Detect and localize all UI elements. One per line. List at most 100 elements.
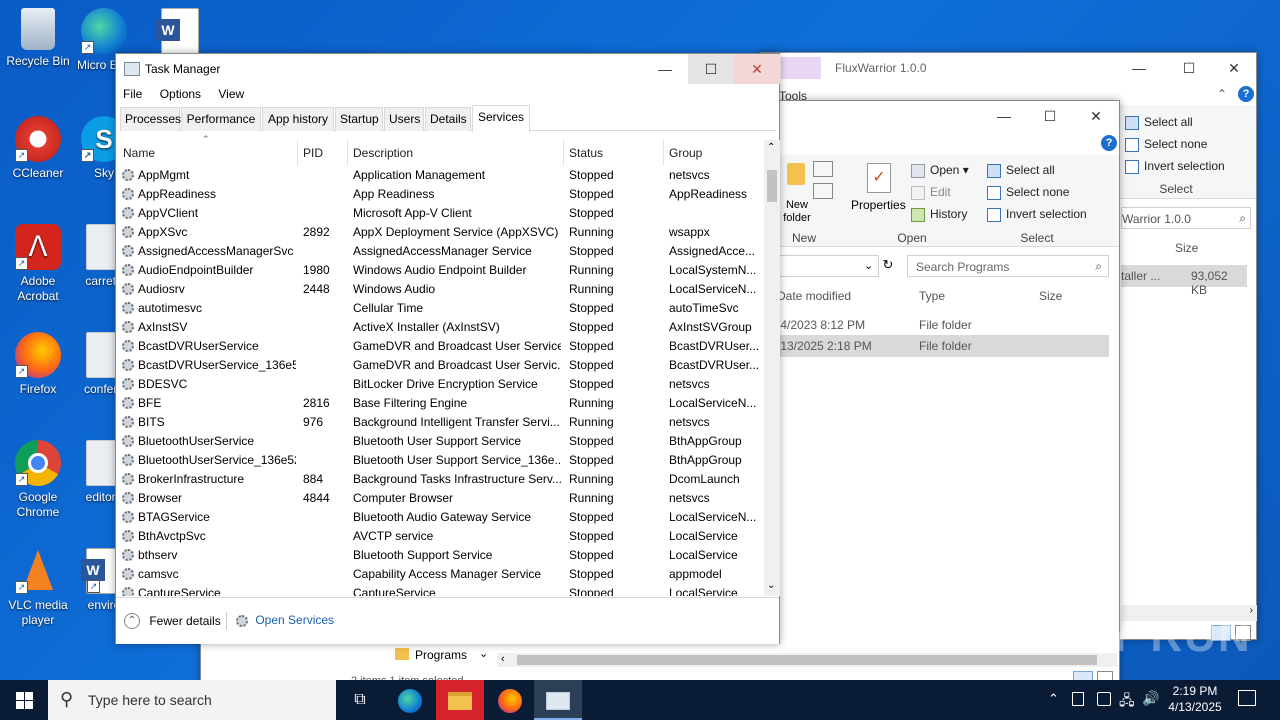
easy-access-icon[interactable] bbox=[813, 183, 833, 199]
horizontal-scrollbar[interactable]: ‹ bbox=[497, 653, 1117, 667]
scroll-up-icon[interactable]: ⌃ bbox=[767, 142, 775, 153]
help-icon[interactable]: ? bbox=[1238, 86, 1254, 102]
open-services-link[interactable]: Open Services bbox=[236, 613, 334, 627]
desktop-icon-firefox[interactable]: ↗ Firefox bbox=[0, 332, 76, 397]
service-row[interactable]: AppMgmt Application Management Stopped nets… bbox=[118, 166, 764, 185]
minimize-button[interactable]: — bbox=[981, 101, 1027, 131]
service-row[interactable]: BluetoothUserService_136e52 Bluetooth Use… bbox=[118, 451, 764, 470]
invert-selection-button[interactable]: Invert selection bbox=[1125, 159, 1225, 174]
service-row[interactable]: BrokerInfrastructure 884 Background Tasks … bbox=[118, 470, 764, 489]
collapse-ribbon-icon[interactable]: ⌃ bbox=[1217, 87, 1227, 101]
service-row[interactable]: BcastDVRUserService GameDVR and Broadcast… bbox=[118, 337, 764, 356]
close-button[interactable]: ✕ bbox=[1073, 101, 1119, 131]
taskbar-task-manager[interactable] bbox=[534, 680, 582, 720]
vertical-scrollbar[interactable]: ⌃ ⌄ bbox=[764, 140, 780, 596]
taskbar-edge[interactable] bbox=[386, 680, 434, 720]
scroll-down-icon[interactable]: ⌄ bbox=[479, 647, 488, 660]
tab-app-history[interactable]: App history bbox=[262, 107, 334, 131]
notifications-icon[interactable] bbox=[1238, 690, 1256, 706]
show-hidden-icons-icon[interactable]: ⌃ bbox=[1048, 691, 1059, 707]
file-row[interactable]: /4/2023 8:12 PM File folder bbox=[777, 315, 1109, 335]
clock[interactable]: 2:19 PM 4/13/2025 bbox=[1160, 683, 1230, 715]
select-all-button[interactable]: Select all bbox=[1125, 115, 1193, 130]
title-bar[interactable]: FluxWarrior 1.0.0 — ☐ ✕ bbox=[761, 53, 1256, 83]
scroll-left-icon[interactable]: ‹ bbox=[501, 653, 505, 665]
tab-performance[interactable]: Performance bbox=[181, 107, 261, 131]
column-header-group[interactable]: Group bbox=[664, 140, 764, 166]
service-row[interactable]: BTAGService Bluetooth Audio Gateway Servi… bbox=[118, 508, 764, 527]
new-item-icon[interactable] bbox=[813, 161, 833, 177]
service-row[interactable]: AssignedAccessManagerSvc AssignedAccessMa… bbox=[118, 242, 764, 261]
scroll-thumb[interactable] bbox=[517, 655, 1097, 665]
column-header-status[interactable]: Status bbox=[564, 140, 664, 166]
column-header-type[interactable]: Type bbox=[919, 289, 945, 303]
tab-services[interactable]: Services bbox=[472, 105, 530, 132]
column-header-size[interactable]: Size bbox=[1039, 289, 1062, 303]
address-bar[interactable]: ⌄ bbox=[777, 255, 879, 277]
menu-options[interactable]: Options bbox=[153, 84, 208, 101]
task-manager-window[interactable]: Task Manager — ☐ ✕ File Options View Pro… bbox=[115, 53, 780, 644]
minimize-button[interactable]: — bbox=[1116, 53, 1162, 83]
tab-processes[interactable]: Processes bbox=[120, 107, 181, 131]
service-row[interactable]: Browser 4844 Computer Browser Running netsvc… bbox=[118, 489, 764, 508]
search-box[interactable]: Search Programs ⌕ bbox=[907, 255, 1109, 277]
column-header-date[interactable]: Date modified bbox=[777, 289, 851, 303]
taskbar-file-explorer[interactable] bbox=[436, 680, 484, 720]
close-button[interactable]: ✕ bbox=[1211, 53, 1257, 83]
service-row[interactable]: AudioEndpointBuilder 1980 Windows Audio En… bbox=[118, 261, 764, 280]
menu-file[interactable]: File bbox=[116, 84, 149, 101]
title-bar[interactable]: Task Manager — ☐ ✕ bbox=[116, 54, 780, 84]
column-header-name[interactable]: Name bbox=[118, 140, 298, 166]
menu-view[interactable]: View bbox=[211, 84, 251, 101]
desktop-icon-vlc[interactable]: ↗ VLC media player bbox=[0, 548, 76, 628]
history-button[interactable]: History bbox=[911, 207, 967, 222]
service-row[interactable]: BthAvctpSvc AVCTP service Stopped LocalServ… bbox=[118, 527, 764, 546]
maximize-button[interactable]: ☐ bbox=[1166, 53, 1212, 83]
task-view-button[interactable]: ⧉ bbox=[336, 680, 384, 720]
select-none-button[interactable]: Select none bbox=[987, 185, 1069, 200]
tab-startup[interactable]: Startup bbox=[335, 107, 383, 131]
maximize-button[interactable]: ☐ bbox=[688, 54, 734, 84]
volume-icon[interactable]: 🔊 bbox=[1142, 690, 1159, 707]
minimize-button[interactable]: — bbox=[642, 54, 688, 84]
taskbar-search-box[interactable]: ⚲ Type here to search bbox=[48, 680, 336, 720]
start-button[interactable] bbox=[0, 680, 48, 720]
scroll-thumb[interactable] bbox=[767, 170, 777, 202]
edit-button[interactable]: Edit bbox=[911, 185, 951, 200]
service-row[interactable]: BcastDVRUserService_136e52 GameDVR and Br… bbox=[118, 356, 764, 375]
address-bar[interactable]: Warrior 1.0.0 ⌕ bbox=[1121, 207, 1251, 229]
service-row[interactable]: AppVClient Microsoft App-V Client Stopped bbox=[118, 204, 764, 223]
service-row[interactable]: Audiosrv 2448 Windows Audio Running LocalSer… bbox=[118, 280, 764, 299]
nav-pane-item-programs[interactable]: Programs ⌄ bbox=[335, 645, 495, 667]
service-row[interactable]: BluetoothUserService Bluetooth User Suppo… bbox=[118, 432, 764, 451]
desktop-icon-ccleaner[interactable]: ↗ CCleaner bbox=[0, 116, 76, 181]
invert-selection-button[interactable]: Invert selection bbox=[987, 207, 1087, 222]
service-row[interactable]: BITS 976 Background Intelligent Transfer S… bbox=[118, 413, 764, 432]
battery-icon[interactable] bbox=[1072, 692, 1084, 706]
device-icon[interactable] bbox=[1097, 692, 1111, 706]
new-folder-button[interactable]: New folder bbox=[777, 199, 817, 225]
desktop-icon-adobe-acrobat[interactable]: ᐱ ↗ Adobe Acrobat bbox=[0, 224, 76, 304]
service-row[interactable]: bthserv Bluetooth Support Service Stopped L… bbox=[118, 546, 764, 565]
desktop-icon-word-doc[interactable]: W bbox=[150, 8, 210, 58]
file-row-selected[interactable]: /13/2025 2:18 PM File folder bbox=[777, 335, 1109, 357]
fewer-details-button[interactable]: ⌃ Fewer details bbox=[124, 613, 221, 629]
select-none-button[interactable]: Select none bbox=[1125, 137, 1207, 152]
service-row[interactable]: AppReadiness App Readiness Stopped AppReadi… bbox=[118, 185, 764, 204]
service-row[interactable]: AxInstSV ActiveX Installer (AxInstSV) Stop… bbox=[118, 318, 764, 337]
properties-button[interactable]: Properties bbox=[851, 198, 906, 212]
open-button[interactable]: Open ▾ bbox=[911, 163, 969, 178]
tab-users[interactable]: Users bbox=[384, 107, 424, 131]
address-dropdown-icon[interactable]: ⌄ bbox=[864, 259, 873, 272]
taskbar-firefox[interactable] bbox=[486, 680, 534, 720]
tab-details[interactable]: Details bbox=[425, 107, 471, 131]
scroll-down-icon[interactable]: ⌄ bbox=[767, 580, 775, 591]
service-row[interactable]: camsvc Capability Access Manager Service S… bbox=[118, 565, 764, 584]
column-header-size[interactable]: Size bbox=[1175, 241, 1198, 255]
select-all-button[interactable]: Select all bbox=[987, 163, 1055, 178]
maximize-button[interactable]: ☐ bbox=[1027, 101, 1073, 131]
column-header-description[interactable]: Description bbox=[348, 140, 564, 166]
service-row[interactable]: CaptureService CaptureService Stopped Local… bbox=[118, 584, 764, 596]
service-row[interactable]: BDESVC BitLocker Drive Encryption Service… bbox=[118, 375, 764, 394]
service-row[interactable]: BFE 2816 Base Filtering Engine Running Local… bbox=[118, 394, 764, 413]
